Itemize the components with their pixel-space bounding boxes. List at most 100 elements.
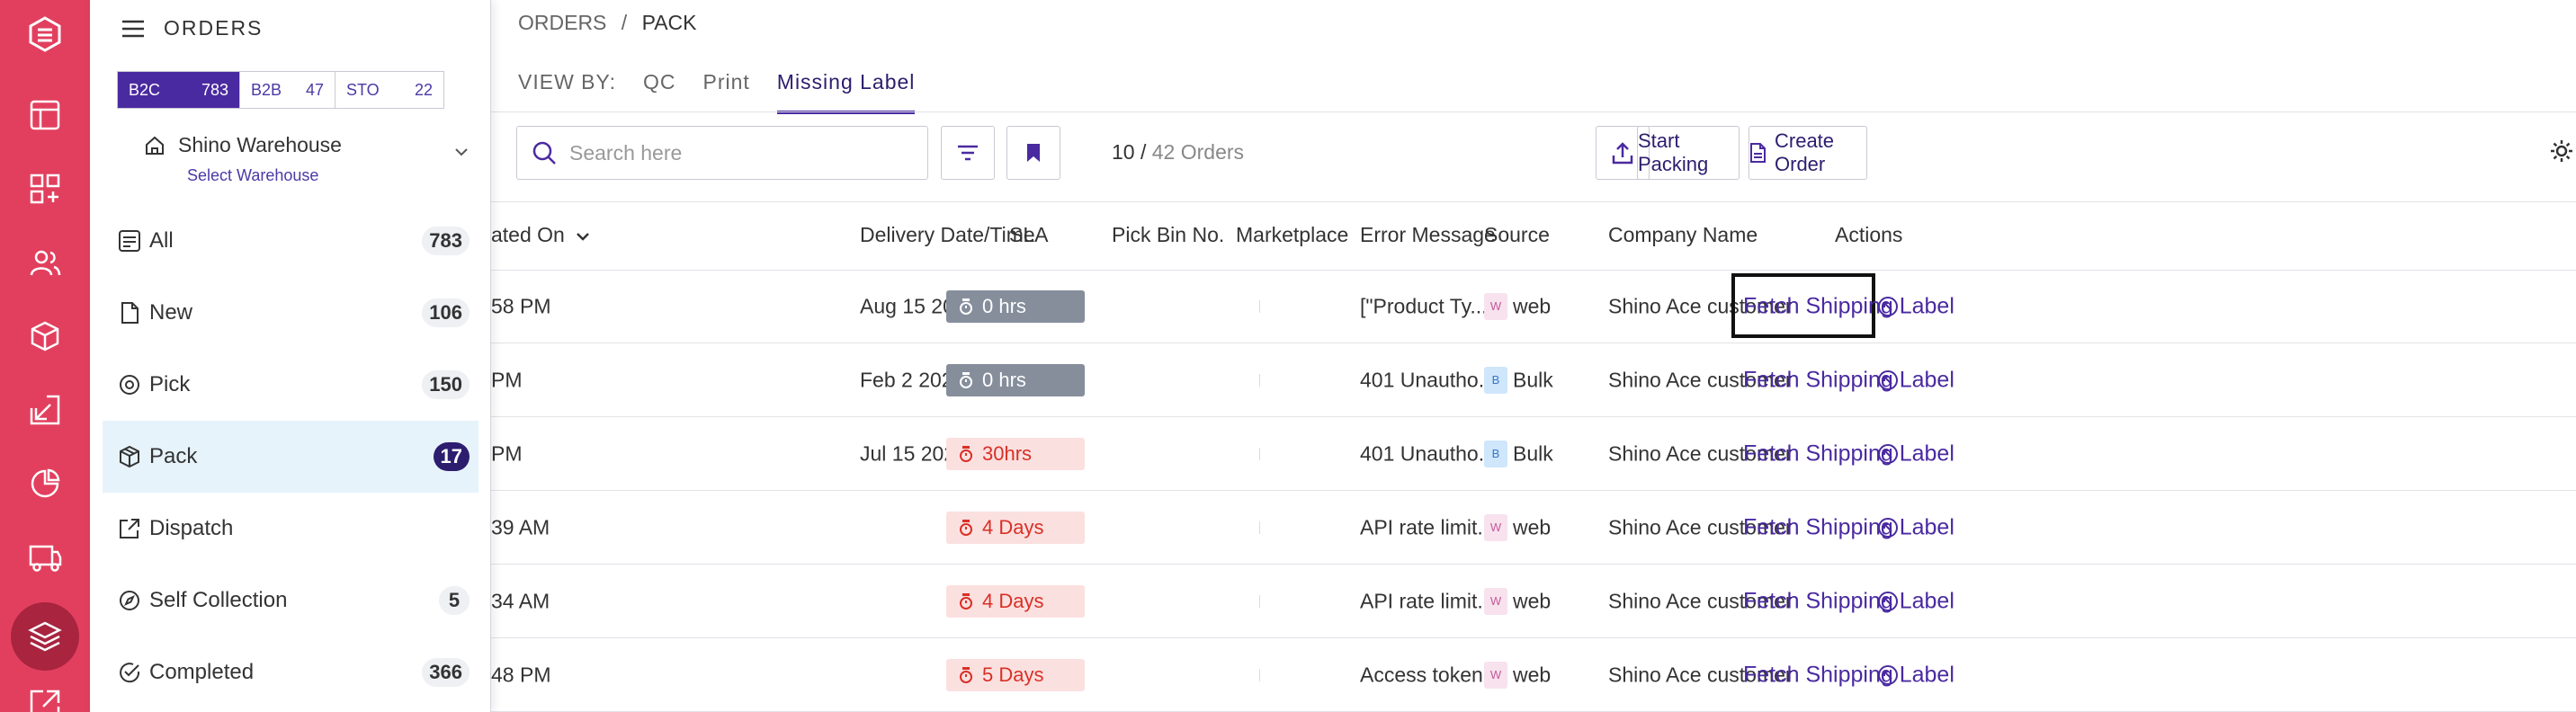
chevron-down-icon [455, 147, 468, 156]
view-by-tabs: VIEW BY: QC Print Missing Label [518, 70, 916, 114]
warehouse-sub: Select Warehouse [187, 166, 319, 184]
file-icon [118, 301, 141, 325]
open-order-icon[interactable] [1877, 296, 1899, 317]
fetch-shipping-label-link[interactable]: Fetch Shipping Label [1743, 293, 1954, 319]
cell-source: web [1513, 515, 1552, 538]
open-order-icon[interactable] [1877, 443, 1899, 465]
source-badge: B [1484, 440, 1507, 467]
open-order-icon[interactable] [1877, 664, 1899, 686]
fetch-shipping-label-link[interactable]: Fetch Shipping Label [1743, 441, 1954, 467]
nav-item-self-collection[interactable]: Self Collection 5 [103, 565, 479, 636]
nav-item-new[interactable]: New 106 [103, 277, 479, 349]
users-icon[interactable] [27, 245, 63, 280]
search-icon [532, 140, 557, 165]
open-order-icon[interactable] [1877, 517, 1899, 538]
logo-icon[interactable] [27, 16, 63, 52]
bookmark-icon [1024, 142, 1042, 164]
inbound-icon[interactable] [27, 392, 63, 428]
bookmark-button[interactable] [1006, 126, 1060, 180]
nav-count: 5 [439, 586, 470, 615]
tab-missing-label[interactable]: Missing Label [776, 70, 916, 114]
cube-icon[interactable] [27, 318, 63, 354]
cell-source: Bulk [1513, 441, 1553, 465]
nav-count: 366 [422, 658, 470, 687]
order-count-shown: 10 / [1112, 140, 1147, 164]
marketplace-placeholder [1259, 373, 1260, 387]
stopwatch-icon [960, 592, 972, 610]
segment-sto[interactable]: STO 22 [335, 72, 443, 108]
nav-item-all[interactable]: All 783 [103, 205, 479, 277]
nav-item-pick[interactable]: Pick 150 [103, 349, 479, 421]
table-row[interactable]: 48 PM 5 Days Access token... Wweb Shino Ace … [491, 638, 2576, 712]
hamburger-menu-icon[interactable] [122, 20, 144, 38]
cell-error: API rate limit... [1360, 589, 1495, 612]
truck-icon[interactable] [27, 539, 63, 575]
filter-icon [956, 144, 979, 162]
tab-qc[interactable]: QC [643, 70, 676, 94]
nav-item-pack[interactable]: Pack 17 [103, 421, 479, 493]
tab-print[interactable]: Print [702, 70, 749, 94]
column-sla: SLA [1009, 223, 1049, 246]
sla-badge: 0 hrs [946, 289, 1085, 323]
stopwatch-icon [960, 371, 972, 388]
toolbar: 10 / 42 Orders Start Packing Create Orde… [491, 126, 2576, 182]
segment-count: 47 [305, 80, 324, 99]
layers-icon[interactable] [11, 602, 79, 671]
nav-label: New [149, 300, 193, 325]
filter-button[interactable] [941, 126, 995, 180]
create-order-button[interactable]: Create Order [1749, 126, 1867, 180]
nav-item-dispatch[interactable]: Dispatch [103, 493, 479, 565]
sla-badge: 0 hrs [946, 363, 1085, 396]
search-input[interactable] [569, 140, 911, 165]
open-order-icon[interactable] [1877, 369, 1899, 391]
segment-count: 783 [201, 80, 228, 99]
table-row[interactable]: PM Feb 2 2023, 7:... 0 hrs 401 Unautho... B B… [491, 343, 2576, 417]
view-by-label: VIEW BY: [518, 70, 616, 93]
order-count: 10 / 42 Orders [1112, 140, 1244, 165]
cell-source: web [1513, 663, 1552, 686]
table-row[interactable]: 39 AM 4 Days API rate limit... Wweb Shino Ac… [491, 491, 2576, 565]
column-created-on[interactable]: ated On [491, 223, 590, 247]
upload-icon [1612, 141, 1633, 165]
segment-label: B2C [129, 80, 161, 99]
reports-icon[interactable] [27, 466, 63, 502]
sla-value: 0 hrs [982, 294, 1026, 317]
nav-label: Self Collection [149, 588, 288, 612]
cell-created-on: 34 AM [491, 589, 550, 612]
fetch-shipping-label-link[interactable]: Fetch Shipping Label [1743, 514, 1954, 540]
dashboard-icon[interactable] [27, 171, 63, 207]
open-order-icon[interactable] [1877, 591, 1899, 612]
cell-created-on: PM [491, 368, 523, 391]
source-badge: B [1484, 366, 1507, 394]
nav-label: Dispatch [149, 516, 234, 540]
layout-icon[interactable] [27, 97, 63, 133]
cell-source: Bulk [1513, 368, 1553, 391]
segment-b2b[interactable]: B2B 47 [240, 72, 335, 108]
marketplace-placeholder [1259, 594, 1260, 608]
nav-label: Completed [149, 660, 255, 684]
gear-icon[interactable] [2549, 138, 2574, 164]
column-label: ated On [491, 223, 565, 246]
source-badge: W [1484, 292, 1507, 320]
table-row[interactable]: 58 PM Aug 15 2023, 7... 0 hrs ["Product Ty.… [491, 270, 2576, 343]
source-badge: W [1484, 661, 1507, 689]
table-row[interactable]: 34 AM 4 Days API rate limit... Wweb Shino Ac… [491, 565, 2576, 638]
nav-item-completed[interactable]: Completed 366 [103, 636, 479, 708]
column-company: Company Name [1608, 223, 1758, 246]
cell-error: Access token... [1360, 663, 1500, 686]
breadcrumb-root[interactable]: ORDERS [518, 11, 606, 34]
table-row[interactable]: PM Jul 15 2023, 7:... 30hrs 401 Unautho... B… [491, 417, 2576, 491]
marketplace-placeholder [1259, 668, 1260, 681]
fetch-shipping-label-link[interactable]: Fetch Shipping Label [1743, 588, 1954, 614]
cell-error: 401 Unautho... [1360, 368, 1496, 391]
fetch-shipping-label-link[interactable]: Fetch Shipping Label [1743, 662, 1954, 688]
export-icon[interactable] [27, 687, 63, 712]
divider [491, 201, 2576, 202]
nav-count: 17 [433, 442, 470, 471]
fetch-shipping-label-link[interactable]: Fetch Shipping Label [1743, 367, 1954, 393]
column-marketplace: Marketplace [1236, 223, 1349, 246]
start-packing-button[interactable]: Start Packing [1637, 126, 1740, 180]
orders-sidebar: ORDERS B2C 783 B2B 47 STO 22 Shino Wareh… [90, 0, 491, 712]
segment-b2c[interactable]: B2C 783 [118, 72, 240, 108]
sidebar-title: ORDERS [164, 16, 264, 40]
